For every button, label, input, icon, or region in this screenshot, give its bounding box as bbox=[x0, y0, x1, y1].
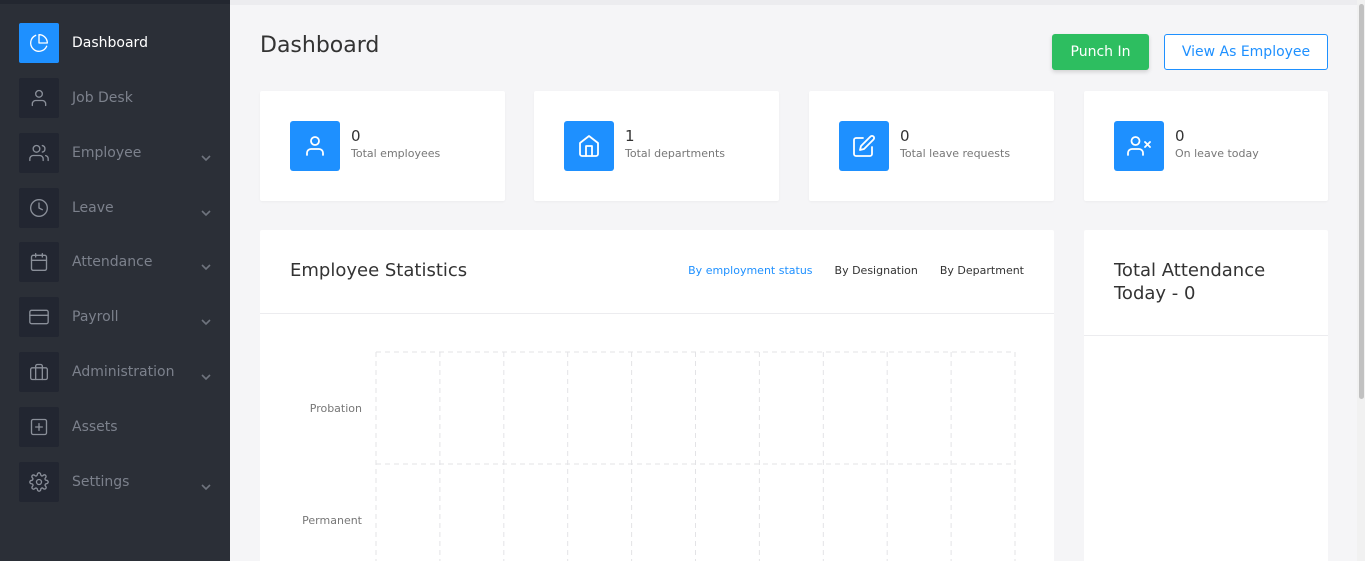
tab-by-designation[interactable]: By Designation bbox=[835, 264, 918, 277]
credit-card-icon bbox=[19, 297, 59, 337]
tab-by-department[interactable]: By Department bbox=[940, 264, 1024, 277]
sidebar: Dashboard Job Desk Employee Leave Attend… bbox=[0, 0, 230, 561]
stat-label: On leave today bbox=[1175, 147, 1259, 160]
sidebar-item-leave[interactable]: Leave bbox=[19, 188, 215, 228]
sidebar-item-label: Dashboard bbox=[72, 35, 148, 51]
punch-in-button[interactable]: Punch In bbox=[1052, 34, 1149, 70]
sidebar-item-label: Attendance bbox=[72, 254, 153, 270]
pie-chart-icon bbox=[19, 23, 59, 63]
scrollbar-thumb[interactable] bbox=[1359, 4, 1364, 399]
chevron-down-icon bbox=[201, 477, 211, 491]
stat-value: 1 bbox=[625, 127, 635, 145]
chevron-down-icon bbox=[201, 203, 211, 217]
view-as-employee-button[interactable]: View As Employee bbox=[1164, 34, 1328, 70]
sidebar-item-settings[interactable]: Settings bbox=[19, 462, 215, 502]
edit-icon bbox=[839, 121, 889, 171]
chart-category-label: Permanent bbox=[302, 514, 363, 527]
sidebar-item-label: Leave bbox=[72, 200, 114, 216]
stat-label: Total departments bbox=[625, 147, 725, 160]
clock-icon bbox=[19, 188, 59, 228]
chart-category-label: Probation bbox=[310, 402, 362, 415]
calendar-icon bbox=[19, 242, 59, 282]
sidebar-item-assets[interactable]: Assets bbox=[19, 407, 215, 447]
employee-statistics-title: Employee Statistics bbox=[290, 260, 468, 281]
employee-statistics-tabs: By employment status By Designation By D… bbox=[666, 264, 1024, 277]
sidebar-item-job-desk[interactable]: Job Desk bbox=[19, 78, 215, 118]
user-x-icon bbox=[1114, 121, 1164, 171]
sidebar-item-label: Settings bbox=[72, 474, 130, 490]
sidebar-item-payroll[interactable]: Payroll bbox=[19, 297, 215, 337]
employee-statistics-chart: Probation Permanent bbox=[302, 351, 1016, 561]
divider bbox=[1084, 335, 1328, 336]
chevron-down-icon bbox=[201, 148, 211, 162]
sidebar-item-label: Payroll bbox=[72, 309, 119, 325]
sidebar-item-administration[interactable]: Administration bbox=[19, 352, 215, 392]
sidebar-item-dashboard[interactable]: Dashboard bbox=[19, 23, 215, 63]
stat-value: 0 bbox=[900, 127, 910, 145]
home-icon bbox=[564, 121, 614, 171]
stat-label: Total employees bbox=[351, 147, 441, 160]
plus-square-icon bbox=[19, 407, 59, 447]
stat-value: 0 bbox=[351, 127, 361, 145]
sidebar-item-attendance[interactable]: Attendance bbox=[19, 242, 215, 282]
page-title: Dashboard bbox=[260, 33, 380, 58]
stat-card-total-employees: 0 Total employees bbox=[260, 91, 505, 201]
stat-card-on-leave-today: 0 On leave today bbox=[1084, 91, 1328, 201]
stat-card-total-leave-requests: 0 Total leave requests bbox=[809, 91, 1054, 201]
chevron-down-icon bbox=[201, 312, 211, 326]
sidebar-item-label: Job Desk bbox=[72, 90, 133, 106]
sidebar-item-label: Administration bbox=[72, 364, 175, 380]
total-attendance-panel: Total Attendance Today - 0 bbox=[1084, 230, 1328, 561]
chevron-down-icon bbox=[201, 257, 211, 271]
user-icon bbox=[19, 78, 59, 118]
gear-icon bbox=[19, 462, 59, 502]
stat-value: 0 bbox=[1175, 127, 1185, 145]
tab-by-employment-status[interactable]: By employment status bbox=[688, 264, 812, 277]
stat-card-total-departments: 1 Total departments bbox=[534, 91, 779, 201]
sidebar-item-label: Employee bbox=[72, 145, 142, 161]
chevron-down-icon bbox=[201, 367, 211, 381]
top-bar bbox=[230, 0, 1357, 5]
sidebar-top-strip bbox=[0, 0, 230, 4]
total-attendance-title: Total Attendance Today - 0 bbox=[1114, 260, 1266, 304]
users-icon bbox=[19, 133, 59, 173]
briefcase-icon bbox=[19, 352, 59, 392]
employee-statistics-panel: Employee Statistics By employment status… bbox=[260, 230, 1054, 561]
user-icon bbox=[290, 121, 340, 171]
sidebar-item-label: Assets bbox=[72, 419, 118, 435]
stat-label: Total leave requests bbox=[900, 147, 1011, 160]
sidebar-item-employee[interactable]: Employee bbox=[19, 133, 215, 173]
